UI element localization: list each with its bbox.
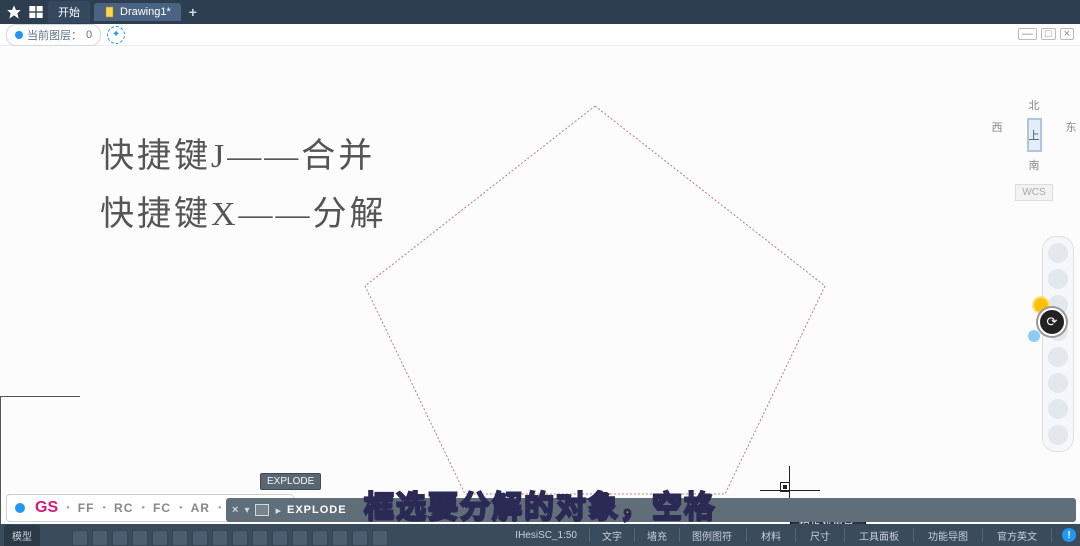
window-controls: — □ × — [1018, 28, 1074, 40]
command-prompt-icon: ▸ — [275, 504, 281, 517]
close-button[interactable]: × — [1060, 28, 1074, 40]
dot-icon: ● — [141, 505, 145, 511]
status-panel-btn[interactable]: 图例图符 — [688, 528, 736, 543]
drafting-toggle[interactable] — [132, 530, 148, 546]
notification-icon[interactable]: ! — [1062, 528, 1076, 542]
drafting-toggle[interactable] — [112, 530, 128, 546]
drafting-toggle[interactable] — [172, 530, 188, 546]
command-input-text[interactable]: EXPLODE — [287, 504, 347, 516]
tab-drawing[interactable]: Drawing1* — [94, 3, 181, 21]
windows-icon — [28, 4, 44, 20]
drafting-toggle[interactable] — [192, 530, 208, 546]
command-sheet-icon — [255, 504, 269, 516]
nav-tool-button[interactable] — [1048, 243, 1068, 263]
close-icon[interactable]: × — [232, 504, 238, 516]
orbit-button[interactable]: ⟳ — [1038, 308, 1066, 336]
nav-tool-button[interactable] — [1048, 347, 1068, 367]
command-hint-tooltip: EXPLODE — [260, 473, 321, 490]
tab-start-label: 开始 — [58, 4, 80, 20]
nav-tool-button[interactable] — [1048, 399, 1068, 419]
minimize-button[interactable]: — — [1018, 28, 1037, 40]
view-south[interactable]: 南 — [994, 154, 1074, 176]
scale-display[interactable]: IHesiSC_1:50 — [511, 530, 581, 541]
status-bar: 模型 IHesiSC_1:50 文字 墙充 图例图符 材料 — [0, 524, 1080, 546]
tab-drawing-label: Drawing1* — [120, 6, 171, 18]
drafting-toggle[interactable] — [92, 530, 108, 546]
nav-tool-button[interactable] — [1048, 269, 1068, 289]
navigation-bar — [1042, 236, 1074, 452]
status-text-btn[interactable]: 文字 — [598, 528, 626, 543]
model-tab[interactable]: 模型 — [4, 525, 40, 546]
status-fill-btn[interactable]: 墙充 — [643, 528, 671, 543]
title-bar: 开始 Drawing1* + — [0, 0, 1080, 24]
document-icon — [104, 6, 116, 18]
tab-start[interactable]: 开始 — [48, 1, 90, 23]
drafting-toggles — [72, 530, 388, 546]
video-subtitle: 框选要分解的对象，空格 — [364, 482, 716, 526]
drafting-toggle[interactable] — [332, 530, 348, 546]
drawing-canvas[interactable]: 快捷键J——合并 快捷键X——分解 指定对角点: Y 北 西 上 东 南 WCS — [0, 46, 1080, 546]
steering-icon[interactable] — [1028, 330, 1040, 342]
view-west[interactable]: 西 — [992, 116, 1003, 154]
dot-icon: ● — [66, 505, 70, 511]
status-panel-btn[interactable]: 尺寸 — [806, 528, 834, 543]
drafting-toggle[interactable] — [372, 530, 388, 546]
status-panel-btn[interactable]: 材料 — [757, 528, 785, 543]
view-east[interactable]: 东 — [1066, 116, 1077, 154]
current-layer-pill[interactable]: 当前图层： 0 — [6, 24, 101, 46]
drafting-toggle[interactable] — [272, 530, 288, 546]
status-right-group: 图例图符 材料 尺寸 工具面板 功能导图 官方英文 ! — [688, 528, 1076, 543]
nav-tool-button[interactable] — [1048, 373, 1068, 393]
restore-button[interactable]: □ — [1041, 28, 1056, 40]
layer-color-icon — [15, 31, 23, 39]
palette-gs[interactable]: GS — [35, 499, 58, 517]
drafting-toggle[interactable] — [352, 530, 368, 546]
nav-tool-button[interactable] — [1048, 425, 1068, 445]
status-panel-btn[interactable]: 官方英文 — [993, 528, 1041, 543]
palette-opt[interactable]: AR — [191, 501, 210, 515]
layer-bar: 当前图层： 0 ✦ — [0, 24, 1080, 46]
drafting-toggle[interactable] — [292, 530, 308, 546]
drafting-toggle[interactable] — [72, 530, 88, 546]
dot-icon: ● — [102, 505, 106, 511]
chevron-down-icon[interactable]: ▾ — [244, 505, 249, 516]
new-tab-button[interactable]: + — [189, 4, 197, 20]
refresh-icon: ⟳ — [1047, 314, 1058, 330]
annotation-line-2: 快捷键X——分解 — [100, 186, 387, 235]
status-panel-btn[interactable]: 工具面板 — [855, 528, 903, 543]
status-panel-btn[interactable]: 功能导图 — [924, 528, 972, 543]
wcs-toggle[interactable]: WCS — [1015, 184, 1052, 201]
palette-opt[interactable]: FF — [78, 501, 95, 515]
drafting-toggle[interactable] — [152, 530, 168, 546]
view-top-face[interactable]: 上 — [1027, 118, 1042, 152]
favorite-icon[interactable] — [6, 4, 22, 20]
pentagon-shape[interactable] — [355, 106, 835, 506]
current-layer-label: 当前图层： — [27, 27, 82, 43]
view-cube[interactable]: 北 西 上 东 南 WCS — [994, 94, 1074, 201]
dot-icon: ● — [218, 505, 222, 511]
drafting-toggle[interactable] — [232, 530, 248, 546]
bulb-icon — [15, 503, 25, 513]
view-top-label: 上 — [1029, 127, 1040, 143]
palette-opt[interactable]: RC — [114, 501, 133, 515]
view-north[interactable]: 北 — [994, 94, 1074, 116]
current-layer-value: 0 — [86, 29, 92, 41]
drafting-toggle[interactable] — [252, 530, 268, 546]
palette-opt[interactable]: FC — [153, 501, 171, 515]
dot-icon: ● — [179, 505, 183, 511]
layer-tool-button[interactable]: ✦ — [107, 26, 125, 44]
drafting-toggle[interactable] — [212, 530, 228, 546]
annotation-line-1: 快捷键J——合并 — [100, 128, 375, 177]
drafting-toggle[interactable] — [312, 530, 328, 546]
